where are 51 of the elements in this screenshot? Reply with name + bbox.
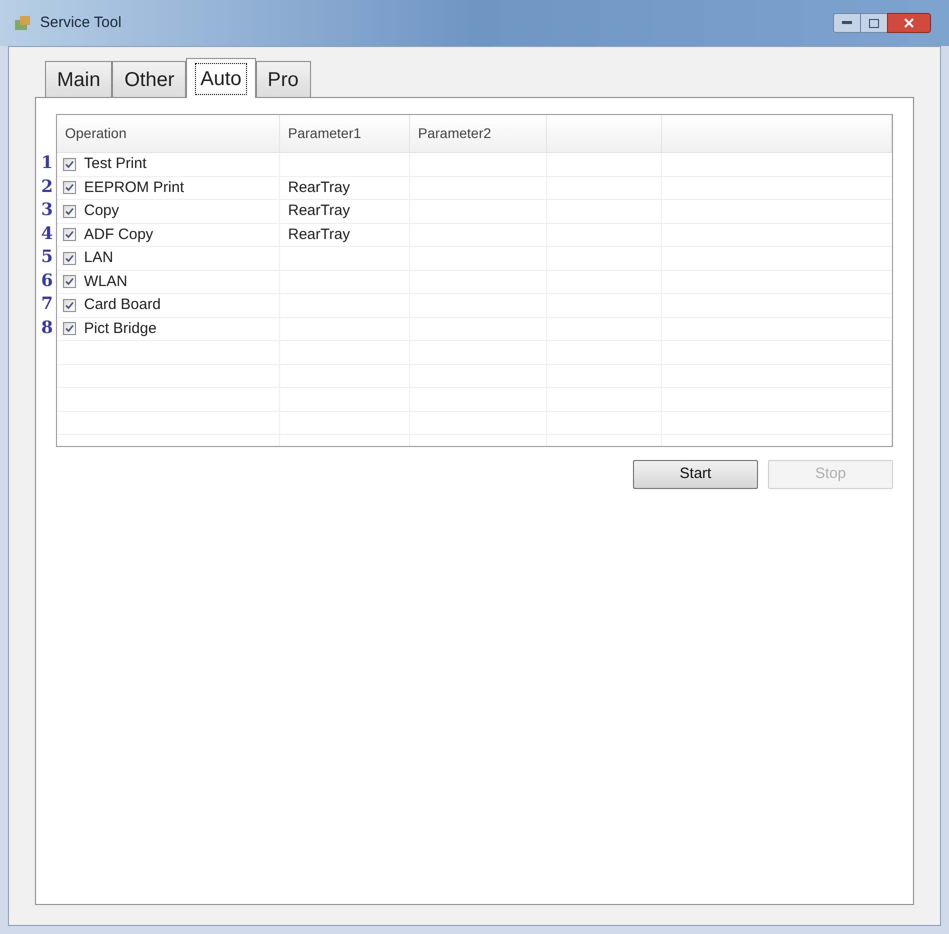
close-button[interactable] [887,13,931,33]
tab[interactable]: Auto [186,58,256,98]
close-icon [904,18,914,28]
checkbox[interactable] [63,204,76,218]
row-number: 5 [40,246,54,269]
operation-label: EEPROM Print [84,178,184,198]
operation-label: LAN [84,248,114,268]
checkmark-icon [65,183,74,192]
operation-label: Card Board [84,295,161,315]
column-header[interactable]: Operation [65,123,126,144]
column-header[interactable]: Parameter1 [288,123,362,144]
checkmark-icon [65,254,74,263]
operation-label: ADF Copy [84,224,154,244]
checkmark-icon [65,324,74,334]
table-cell-text: RearTray [288,201,350,221]
tab[interactable]: Main [45,61,112,97]
checkbox[interactable] [63,228,76,242]
row-number: 7 [40,293,54,316]
checkbox[interactable] [63,181,76,194]
maximize-button[interactable] [861,13,887,33]
checkbox[interactable] [63,158,76,171]
checkmark-icon [65,277,74,286]
checkmark-icon [65,300,74,310]
checkbox[interactable] [63,298,76,312]
checkbox[interactable] [63,322,76,336]
minimize-button[interactable] [833,13,861,33]
table-cell-text: RearTray [288,178,350,198]
window-title: Service Tool [40,12,122,33]
tab[interactable]: Other [112,61,186,97]
operation-label: WLAN [84,272,128,292]
row-number: 6 [40,270,54,292]
tab[interactable]: Pro [256,61,311,97]
row-number: 8 [40,316,54,340]
app-icon [14,14,32,32]
minimize-icon [842,21,852,25]
action-button[interactable]: Start [633,460,758,489]
checkbox[interactable] [63,275,76,288]
checkmark-icon [65,160,74,169]
checkmark-icon [65,230,74,240]
operation-label: Pict Bridge [84,318,157,338]
operation-label: Copy [84,201,120,221]
row-number: 4 [40,222,54,246]
checkbox[interactable] [63,252,76,265]
row-number: 1 [40,152,54,175]
checkmark-icon [65,206,74,216]
operation-label: Test Print [84,154,147,174]
row-number: 2 [40,176,54,198]
row-number: 3 [40,199,54,222]
maximize-icon [869,18,879,28]
column-header[interactable]: Parameter2 [418,123,492,144]
table-cell-text: RearTray [288,224,350,244]
